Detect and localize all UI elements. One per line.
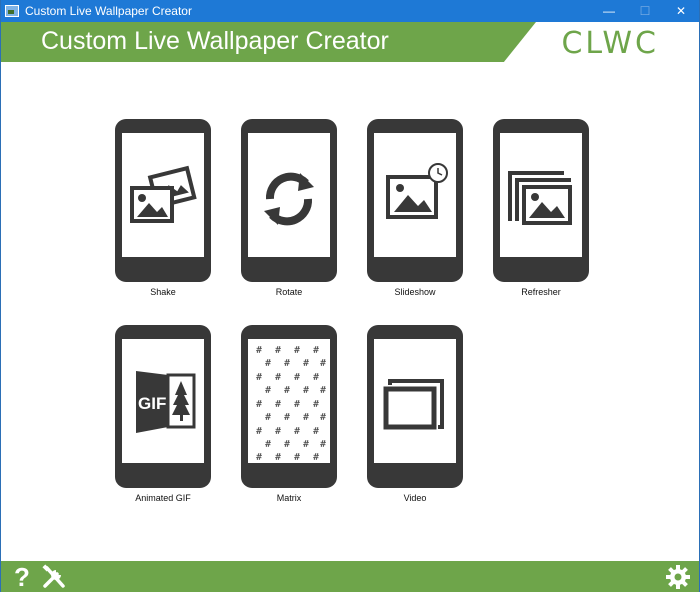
phone-frame	[115, 119, 211, 282]
tile-video[interactable]: Video	[367, 325, 463, 503]
svg-text:#: #	[256, 345, 262, 356]
svg-text:#: #	[313, 345, 319, 356]
tile-refresher[interactable]: Refresher	[493, 119, 589, 297]
svg-text:#: #	[303, 412, 309, 423]
gear-icon[interactable]	[665, 564, 691, 590]
tile-label: Animated GIF	[135, 493, 191, 503]
svg-text:#: #	[294, 399, 300, 410]
app-header: Custom Live Wallpaper Creator CLWC	[1, 22, 699, 62]
phone-frame	[367, 325, 463, 488]
svg-text:#: #	[313, 426, 319, 437]
app-footer: ?	[1, 561, 699, 592]
rotate-arrows-icon	[248, 133, 330, 257]
home-button	[151, 268, 175, 276]
tile-shake[interactable]: Shake	[115, 119, 211, 297]
svg-text:#: #	[313, 399, 319, 410]
wallpaper-type-grid: Shake Rotate Slideshow Refresher GIF Ani…	[1, 62, 699, 558]
svg-text:#: #	[275, 426, 281, 437]
slideshow-clock-icon	[374, 133, 456, 257]
tile-matrix[interactable]: # # # # # # # # # # # # # # # # # # # # # # # # # # # # # # # # …	[241, 325, 337, 503]
svg-text:#: #	[265, 439, 271, 450]
phone-frame	[367, 119, 463, 282]
svg-text:#: #	[294, 372, 300, 383]
home-button	[529, 268, 553, 276]
svg-text:#: #	[313, 452, 319, 463]
tile-label: Rotate	[275, 287, 303, 297]
svg-text:#: #	[294, 452, 300, 463]
home-button	[277, 268, 301, 276]
video-frame-icon	[374, 339, 456, 463]
shake-photos-icon	[122, 133, 204, 257]
header-title: Custom Live Wallpaper Creator	[41, 27, 389, 55]
svg-text:#: #	[303, 358, 309, 369]
phone-frame	[493, 119, 589, 282]
app-window: Custom Live Wallpaper Creator — ☐ ✕ Cust…	[0, 0, 700, 592]
tile-animated-gif[interactable]: GIF Animated GIF	[115, 325, 211, 503]
close-button[interactable]: ✕	[663, 0, 699, 22]
svg-text:#: #	[256, 426, 262, 437]
maximize-button[interactable]: ☐	[627, 0, 663, 22]
brand-logo: CLWC	[561, 26, 659, 61]
svg-text:#: #	[294, 426, 300, 437]
window-controls: — ☐ ✕	[591, 0, 699, 22]
home-button	[277, 474, 301, 482]
svg-text:#: #	[284, 358, 290, 369]
tile-rotate[interactable]: Rotate	[241, 119, 337, 297]
tile-slideshow[interactable]: Slideshow	[367, 119, 463, 297]
svg-text:#: #	[303, 439, 309, 450]
tile-label: Matrix	[276, 493, 302, 503]
title-bar: Custom Live Wallpaper Creator — ☐ ✕	[1, 0, 699, 22]
tile-label: Refresher	[521, 287, 561, 297]
svg-text:#: #	[284, 412, 290, 423]
phone-frame: # # # # # # # # # # # # # # # # # # # # # # # # # # # # # # # # …	[241, 325, 337, 488]
svg-text:#: #	[275, 399, 281, 410]
minimize-button[interactable]: —	[591, 0, 627, 22]
svg-text:#: #	[303, 385, 309, 396]
svg-text:#: #	[275, 372, 281, 383]
matrix-hash-icon: # # # # # # # # # # # # # # # # # # # # # # # # # # # # # # # # …	[248, 339, 330, 463]
svg-text:#: #	[265, 412, 271, 423]
refresher-stacked-photos-icon	[500, 133, 582, 257]
svg-text:#: #	[275, 452, 281, 463]
svg-text:#: #	[320, 439, 326, 450]
svg-text:#: #	[320, 385, 326, 396]
svg-text:#: #	[256, 452, 262, 463]
svg-text:#: #	[265, 358, 271, 369]
svg-text:#: #	[265, 385, 271, 396]
tile-label: Video	[403, 493, 427, 503]
tile-label: Shake	[150, 287, 176, 297]
svg-text:#: #	[256, 399, 262, 410]
app-icon	[5, 5, 19, 17]
tile-label: Slideshow	[394, 287, 436, 297]
svg-text:#: #	[320, 412, 326, 423]
svg-text:#: #	[275, 345, 281, 356]
svg-text:#: #	[284, 439, 290, 450]
phone-frame	[241, 119, 337, 282]
svg-text:#: #	[320, 358, 326, 369]
home-button	[151, 474, 175, 482]
svg-text:#: #	[284, 385, 290, 396]
gif-door-icon: GIF	[122, 339, 204, 463]
tools-icon[interactable]	[41, 564, 67, 590]
help-button[interactable]: ?	[9, 562, 35, 592]
svg-text:#: #	[294, 345, 300, 356]
phone-frame: GIF	[115, 325, 211, 488]
svg-text:GIF: GIF	[138, 394, 166, 413]
home-button	[403, 268, 427, 276]
window-title: Custom Live Wallpaper Creator	[25, 4, 192, 18]
home-button	[403, 474, 427, 482]
svg-text:#: #	[256, 372, 262, 383]
svg-text:#: #	[313, 372, 319, 383]
